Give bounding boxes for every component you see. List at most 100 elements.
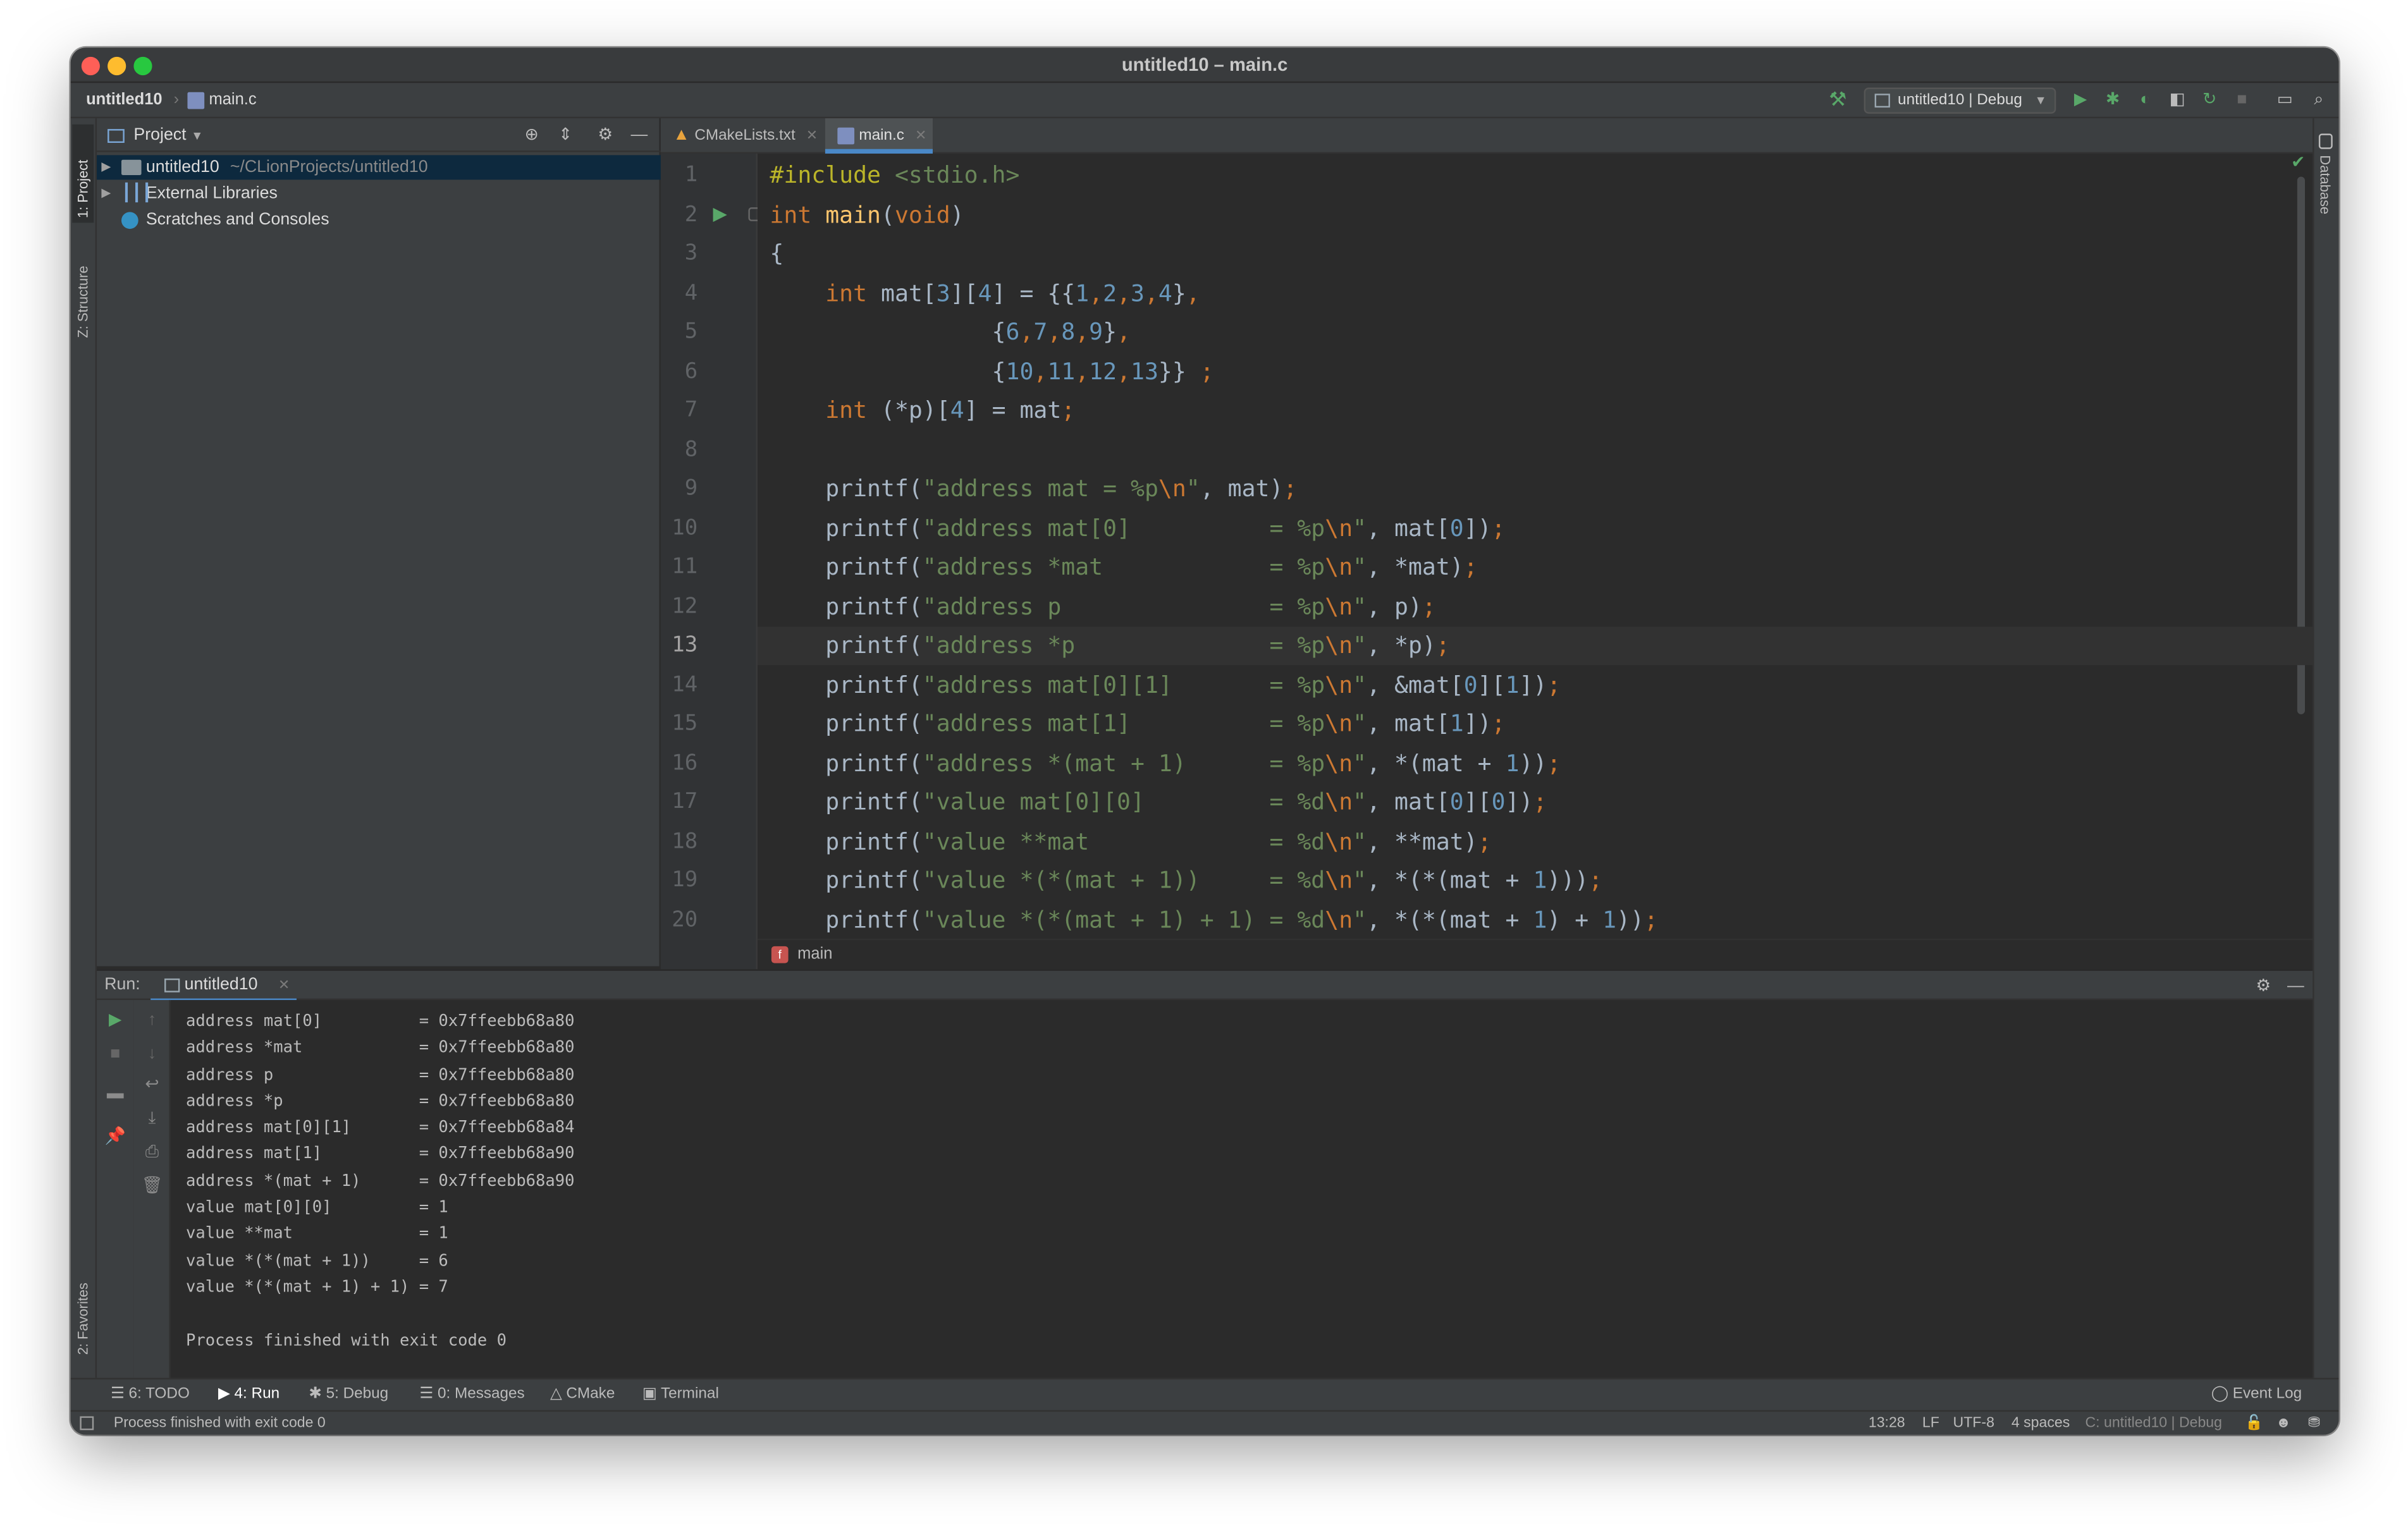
up-arrow-icon[interactable]: ↑ bbox=[142, 1010, 163, 1031]
run-console[interactable]: address mat[0] = 0x7ffeebb68a80 address *… bbox=[170, 999, 2313, 1378]
cmake-tool-button[interactable]: △ CMake bbox=[550, 1386, 615, 1403]
code-line[interactable]: int main(void) bbox=[770, 196, 964, 235]
code-line[interactable]: #include <stdio.h> bbox=[770, 157, 1019, 195]
expand-arrow-icon[interactable]: ▶ bbox=[101, 181, 111, 206]
code-line[interactable]: {6,7,8,9}, bbox=[770, 314, 1131, 352]
code-line[interactable]: printf("address *mat = %p\n", *mat); bbox=[770, 549, 1477, 587]
breadcrumb-file[interactable]: main.c bbox=[209, 90, 256, 109]
debug-tool-button[interactable]: ✱ 5: Debug bbox=[309, 1386, 388, 1403]
profile-icon[interactable]: ◧ bbox=[2166, 89, 2188, 111]
line-number[interactable]: 18 bbox=[661, 829, 697, 853]
line-separator[interactable]: LF bbox=[1922, 1415, 1939, 1432]
todo-tool-button[interactable]: ☰ 6: TODO bbox=[111, 1386, 190, 1403]
structure-tool-tab[interactable]: Z: Structure bbox=[72, 235, 94, 343]
tab-cmakelists[interactable]: ▲ CMakeLists.txt ✕ bbox=[661, 118, 824, 154]
line-number[interactable]: 15 bbox=[661, 711, 697, 736]
trash-icon[interactable]: 🗑 bbox=[142, 1175, 163, 1197]
code-line[interactable]: printf("value *(*(mat + 1) + 1) = %d\n",… bbox=[770, 901, 1658, 939]
line-number[interactable]: 11 bbox=[661, 554, 697, 579]
line-number-gutter[interactable]: ▶ 1 2 3 4 5 6 7 8 9 10 11 12 13 14 15 16 17 18 19 20 bbox=[660, 154, 763, 970]
code-line[interactable]: printf("address p = %p\n", p); bbox=[770, 587, 1436, 626]
line-number[interactable]: 16 bbox=[661, 750, 697, 775]
line-number[interactable]: 9 bbox=[661, 476, 698, 501]
project-view-selector[interactable]: Project ▼ bbox=[133, 126, 203, 144]
print-icon[interactable]: ⎙ bbox=[142, 1141, 163, 1163]
tree-item-external-libraries[interactable]: ▶ ┃┃┃ External Libraries bbox=[97, 181, 661, 206]
tree-item-scratches[interactable]: Scratches and Consoles bbox=[97, 207, 661, 232]
stop-icon[interactable]: ■ bbox=[104, 1043, 126, 1065]
locate-file-icon[interactable]: ⊕ bbox=[521, 125, 543, 146]
caret-position[interactable]: 13:28 bbox=[1869, 1415, 1905, 1432]
line-number[interactable]: 5 bbox=[661, 319, 698, 344]
close-tab-icon[interactable]: ✕ bbox=[278, 977, 290, 994]
rerun-icon[interactable]: ▶ bbox=[104, 1010, 126, 1031]
tree-item-project-root[interactable]: ▶ untitled10 ~/CLionProjects/untitled10 bbox=[97, 155, 661, 180]
favorites-tool-tab[interactable]: 2: Favorites bbox=[72, 1255, 94, 1359]
gear-icon[interactable]: ⚙ bbox=[2252, 975, 2274, 997]
toggle-tool-windows-icon[interactable] bbox=[80, 1416, 94, 1431]
file-encoding[interactable]: UTF-8 bbox=[1953, 1415, 1994, 1432]
code-line[interactable]: printf("value *(*(mat + 1)) = %d\n", *(*… bbox=[770, 862, 1602, 900]
run-tool-button[interactable]: ▶ 4: Run bbox=[218, 1386, 280, 1403]
resolve-context[interactable]: C: untitled10 | Debug bbox=[2086, 1415, 2222, 1432]
database-tool-tab[interactable]: Database bbox=[2317, 155, 2332, 214]
run-configuration-select[interactable]: untitled10 | Debug ▼ bbox=[1864, 87, 2056, 114]
close-tab-icon[interactable]: ✕ bbox=[915, 128, 926, 143]
layout-icon[interactable]: ▬ bbox=[104, 1083, 126, 1104]
code-line[interactable]: printf("value **mat = %d\n", **mat); bbox=[770, 822, 1491, 861]
code-line[interactable]: printf("address mat = %p\n", mat); bbox=[770, 470, 1297, 509]
code-line[interactable]: printf("address mat[0] = %p\n", mat[0]); bbox=[770, 510, 1505, 548]
terminal-tool-button[interactable]: ▣ Terminal bbox=[642, 1386, 719, 1403]
line-number[interactable]: 20 bbox=[661, 907, 697, 932]
run-gutter-icon[interactable]: ▶ bbox=[713, 203, 727, 224]
soft-wrap-icon[interactable]: ↩ bbox=[142, 1074, 163, 1096]
line-number[interactable]: 1 bbox=[661, 163, 698, 188]
search-icon[interactable]: ⌕ bbox=[2308, 89, 2330, 111]
gear-icon[interactable]: ⚙ bbox=[594, 125, 616, 146]
down-arrow-icon[interactable]: ↓ bbox=[142, 1043, 163, 1065]
breadcrumb-project[interactable]: untitled10 bbox=[86, 90, 163, 109]
tab-main-c[interactable]: main.c ✕ bbox=[825, 118, 933, 154]
line-number[interactable]: 10 bbox=[661, 515, 697, 540]
scroll-to-end-icon[interactable]: ⤓ bbox=[142, 1108, 163, 1129]
line-number[interactable]: 12 bbox=[661, 594, 697, 618]
code-line[interactable]: {10,11,12,13}} ; bbox=[770, 353, 1214, 391]
code-line[interactable]: int (*p)[4] = mat; bbox=[770, 392, 1075, 430]
indent-setting[interactable]: 4 spaces bbox=[2012, 1415, 2070, 1432]
expand-arrow-icon[interactable]: ▶ bbox=[101, 155, 111, 180]
stop-icon[interactable]: ■ bbox=[2231, 89, 2252, 111]
hide-panel-icon[interactable]: — bbox=[629, 125, 650, 146]
line-number[interactable]: 19 bbox=[661, 868, 697, 893]
code-line[interactable]: printf("address *(mat + 1) = %p\n", *(ma… bbox=[770, 744, 1561, 783]
line-number[interactable]: 2 bbox=[661, 202, 698, 227]
line-number[interactable]: 7 bbox=[661, 398, 698, 422]
code-line[interactable]: printf("address mat[1] = %p\n", mat[1]); bbox=[770, 705, 1505, 743]
project-tool-tab[interactable]: 1: Project bbox=[72, 124, 94, 223]
pin-icon[interactable]: 📌 bbox=[104, 1126, 126, 1147]
line-number[interactable]: 8 bbox=[661, 437, 698, 461]
run-icon[interactable]: ▶ bbox=[2070, 89, 2091, 111]
code-line[interactable]: printf("address mat[0][1] = %p\n", &mat[… bbox=[770, 666, 1561, 704]
run-with-coverage-icon[interactable]: ◐ bbox=[2134, 89, 2156, 111]
editor-breadcrumb[interactable]: main bbox=[797, 944, 832, 963]
build-hammer-icon[interactable]: ⚒ bbox=[1827, 89, 1848, 111]
line-number[interactable]: 17 bbox=[661, 790, 697, 814]
code-line[interactable]: int mat[3][4] = {{1,2,3,4}, bbox=[770, 274, 1200, 313]
inspector-icon[interactable]: ☻ bbox=[2276, 1415, 2291, 1432]
reload-icon[interactable]: ↻ bbox=[2199, 89, 2220, 111]
memory-indicator-icon[interactable]: ⛃ bbox=[2308, 1415, 2320, 1432]
line-number[interactable]: 4 bbox=[661, 280, 698, 305]
line-number[interactable]: 6 bbox=[661, 358, 698, 383]
line-number[interactable]: 14 bbox=[661, 672, 697, 697]
lock-icon[interactable]: 🔓 bbox=[2245, 1415, 2263, 1432]
line-number[interactable]: 13 bbox=[661, 633, 697, 657]
code-line[interactable]: { bbox=[770, 235, 783, 274]
run-tab-untitled10[interactable]: untitled10 ✕ bbox=[150, 971, 297, 1002]
code-editor[interactable]: ✔ #include <stdio.h> int main(void){ int … bbox=[757, 154, 2313, 970]
collapse-all-icon[interactable]: ⇕ bbox=[555, 125, 576, 146]
hide-panel-icon[interactable]: — bbox=[2285, 975, 2306, 997]
code-line[interactable]: printf("value mat[0][0] = %d\n", mat[0][… bbox=[770, 783, 1547, 822]
line-number[interactable]: 3 bbox=[661, 241, 698, 266]
close-tab-icon[interactable]: ✕ bbox=[806, 128, 818, 143]
layout-icon[interactable]: ▭ bbox=[2274, 89, 2295, 111]
